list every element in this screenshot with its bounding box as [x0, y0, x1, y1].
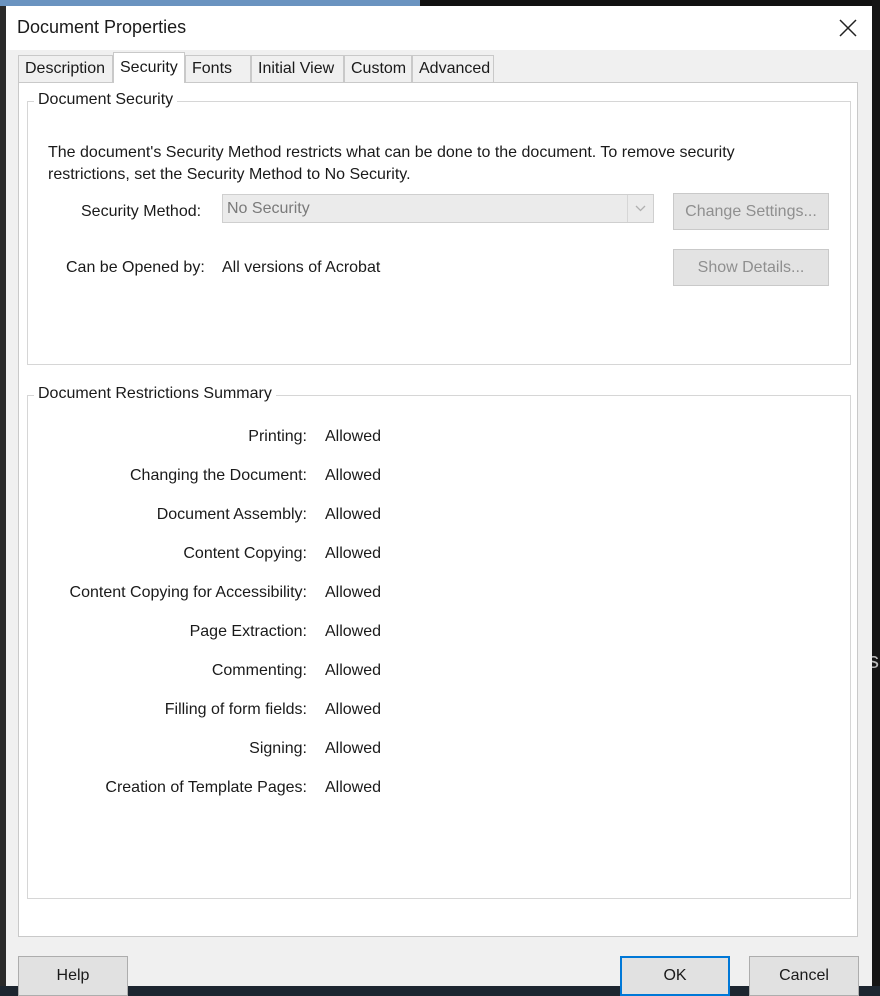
tab-security[interactable]: Security — [113, 52, 185, 83]
restriction-label-printing: Printing: — [248, 428, 307, 445]
tab-description[interactable]: Description — [18, 55, 113, 82]
restriction-value-signing: Allowed — [325, 740, 382, 757]
restriction-value-assembly: Allowed — [325, 506, 382, 523]
restriction-label-page-extraction: Page Extraction: — [189, 623, 307, 640]
document-security-group: Document Security The document's Securit… — [27, 91, 851, 365]
title-bar: Document Properties — [6, 6, 872, 50]
restriction-value-printing: Allowed — [325, 428, 382, 445]
dialog-title: Document Properties — [17, 17, 187, 37]
ok-button[interactable]: OK — [620, 956, 730, 996]
security-method-select[interactable]: No Security — [222, 194, 654, 223]
restriction-label-copying-accessibility: Content Copying for Accessibility: — [69, 584, 307, 601]
restrictions-summary-title: Document Restrictions Summary — [34, 385, 276, 403]
background-right-strip — [872, 0, 880, 986]
restriction-label-signing: Signing: — [249, 740, 307, 757]
close-icon — [839, 19, 857, 37]
security-method-value: No Security — [227, 200, 310, 217]
dropdown-button[interactable] — [627, 195, 653, 222]
restriction-label-copying: Content Copying: — [183, 545, 307, 562]
opened-by-label: Can be Opened by: — [66, 259, 205, 276]
document-security-title: Document Security — [34, 91, 178, 109]
security-description: The document's Security Method restricts… — [48, 144, 735, 183]
opened-by-value: All versions of Acrobat — [222, 259, 381, 276]
security-tab-panel: Document Security The document's Securit… — [18, 82, 858, 937]
document-properties-dialog: Document Properties Description Security… — [6, 6, 872, 996]
chevron-down-icon — [635, 205, 646, 212]
tab-fonts[interactable]: Fonts — [185, 55, 251, 82]
security-method-label: Security Method: — [81, 203, 202, 220]
restriction-value-page-extraction: Allowed — [325, 623, 382, 640]
tab-custom[interactable]: Custom — [344, 55, 412, 82]
restriction-label-changing: Changing the Document: — [130, 467, 307, 484]
restriction-label-form-filling: Filling of form fields: — [164, 701, 307, 718]
tab-initial-view[interactable]: Initial View — [251, 55, 344, 82]
restriction-value-template-pages: Allowed — [325, 779, 382, 796]
help-button[interactable]: Help — [18, 956, 128, 996]
cancel-button[interactable]: Cancel — [749, 956, 859, 996]
restriction-value-copying: Allowed — [325, 545, 382, 562]
restriction-label-assembly: Document Assembly: — [156, 506, 307, 523]
restrictions-summary-group: Document Restrictions Summary Printing: … — [27, 385, 851, 899]
close-button[interactable] — [830, 12, 866, 44]
restriction-label-commenting: Commenting: — [211, 662, 307, 679]
restriction-value-copying-accessibility: Allowed — [325, 584, 382, 601]
restriction-value-form-filling: Allowed — [325, 701, 382, 718]
change-settings-button[interactable]: Change Settings... — [673, 193, 829, 230]
restriction-value-changing: Allowed — [325, 467, 382, 484]
restriction-label-template-pages: Creation of Template Pages: — [105, 779, 307, 796]
show-details-button[interactable]: Show Details... — [673, 249, 829, 286]
tab-advanced[interactable]: Advanced — [412, 55, 494, 82]
restriction-value-commenting: Allowed — [325, 662, 382, 679]
